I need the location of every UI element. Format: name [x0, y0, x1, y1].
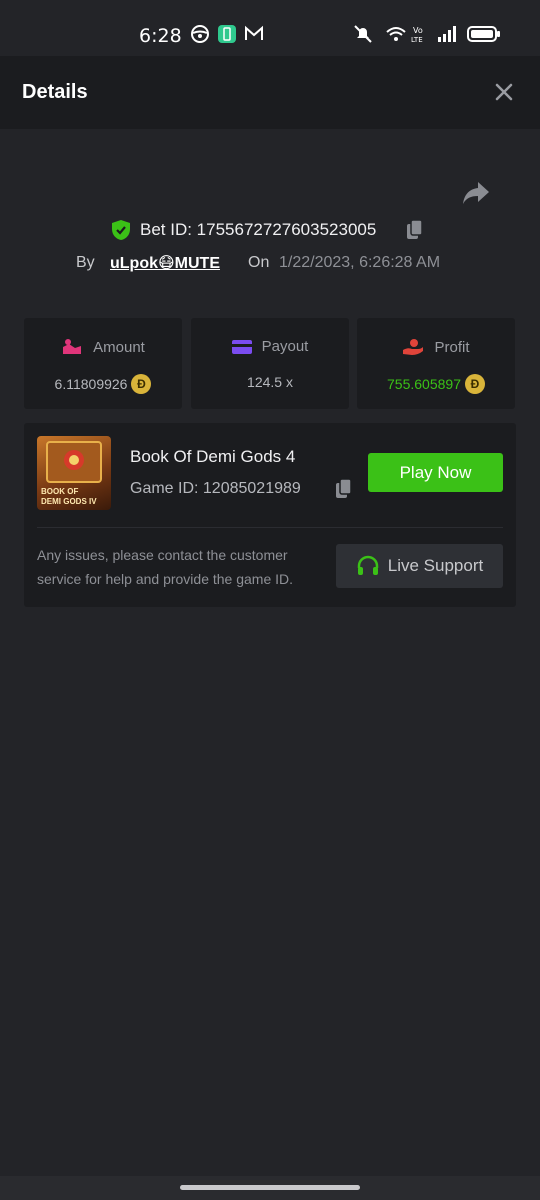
- svg-text:DEMI GODS IV: DEMI GODS IV: [41, 497, 97, 506]
- steering-wheel-icon: [191, 25, 209, 43]
- live-support-label: Live Support: [387, 556, 484, 575]
- doge-coin-icon: Đ: [464, 374, 485, 394]
- user-link[interactable]: uLpok😷MUTE: [110, 253, 220, 273]
- amount-icon: [63, 339, 82, 354]
- amount-value: 6.11809926: [54, 376, 128, 392]
- navigation-bar: [0, 1176, 540, 1200]
- game-card: BOOK OF DEMI GODS IV Book Of Demi Gods 4…: [24, 423, 516, 607]
- doge-coin-icon: Đ: [131, 374, 152, 394]
- home-gesture-handle[interactable]: [180, 1185, 360, 1190]
- bet-meta-row: By uLpok😷MUTE On 1/22/2023, 6:26:28 AM: [0, 250, 540, 276]
- live-support-button[interactable]: Live Support: [336, 544, 503, 588]
- header-bar: Details: [0, 56, 540, 129]
- svg-text:Vo: Vo: [413, 26, 423, 35]
- bet-id-row: Bet ID: 1755672727603523005: [0, 216, 540, 244]
- payout-card-icon: [231, 339, 252, 354]
- headset-icon: [357, 555, 379, 575]
- amount-label: Amount: [93, 338, 145, 356]
- svg-text:BOOK OF: BOOK OF: [41, 487, 78, 496]
- phone-app-icon: [218, 25, 236, 43]
- status-time: 6:28: [139, 25, 182, 47]
- payout-value: 124.5 x: [247, 374, 293, 390]
- mute-icon: [354, 25, 372, 43]
- close-icon[interactable]: [494, 82, 514, 102]
- payout-label: Payout: [261, 338, 309, 355]
- book-thumbnail-art: BOOK OF DEMI GODS IV: [41, 441, 102, 506]
- signal-icon: [438, 26, 456, 42]
- status-bar: 6:28 Vo LTE: [0, 0, 540, 56]
- on-label: On: [248, 254, 270, 271]
- profit-hand-icon: [403, 339, 424, 355]
- bet-date: 1/22/2023, 6:26:28 AM: [279, 254, 441, 271]
- copy-game-id-icon[interactable]: [334, 478, 354, 500]
- gmail-icon: [245, 25, 263, 40]
- by-label: By: [76, 254, 95, 271]
- bet-id: Bet ID: 1755672727603523005: [140, 220, 377, 239]
- game-thumbnail[interactable]: BOOK OF DEMI GODS IV: [37, 436, 111, 510]
- svg-text:LTE: LTE: [411, 36, 423, 44]
- divider: [37, 527, 503, 528]
- profit-value: 755.605897: [387, 376, 461, 392]
- volte-icon: Vo LTE: [411, 26, 423, 44]
- share-icon[interactable]: [462, 180, 490, 206]
- wifi-icon: [386, 27, 406, 41]
- amount-card: Amount 6.11809926 Đ: [24, 318, 182, 409]
- profit-label: Profit: [434, 338, 470, 356]
- game-name: Book Of Demi Gods 4: [130, 447, 296, 466]
- copy-bet-id-icon[interactable]: [405, 219, 425, 241]
- battery-icon: [467, 26, 500, 42]
- profit-card: Profit 755.605897 Đ: [357, 318, 515, 409]
- payout-card: Payout 124.5 x: [191, 318, 349, 409]
- help-text: Any issues, please contact the customer …: [37, 547, 294, 587]
- play-now-button[interactable]: Play Now: [368, 453, 503, 492]
- verified-shield-icon: [112, 220, 130, 240]
- page-title: Details: [22, 81, 88, 103]
- game-id: Game ID: 12085021989: [130, 480, 301, 497]
